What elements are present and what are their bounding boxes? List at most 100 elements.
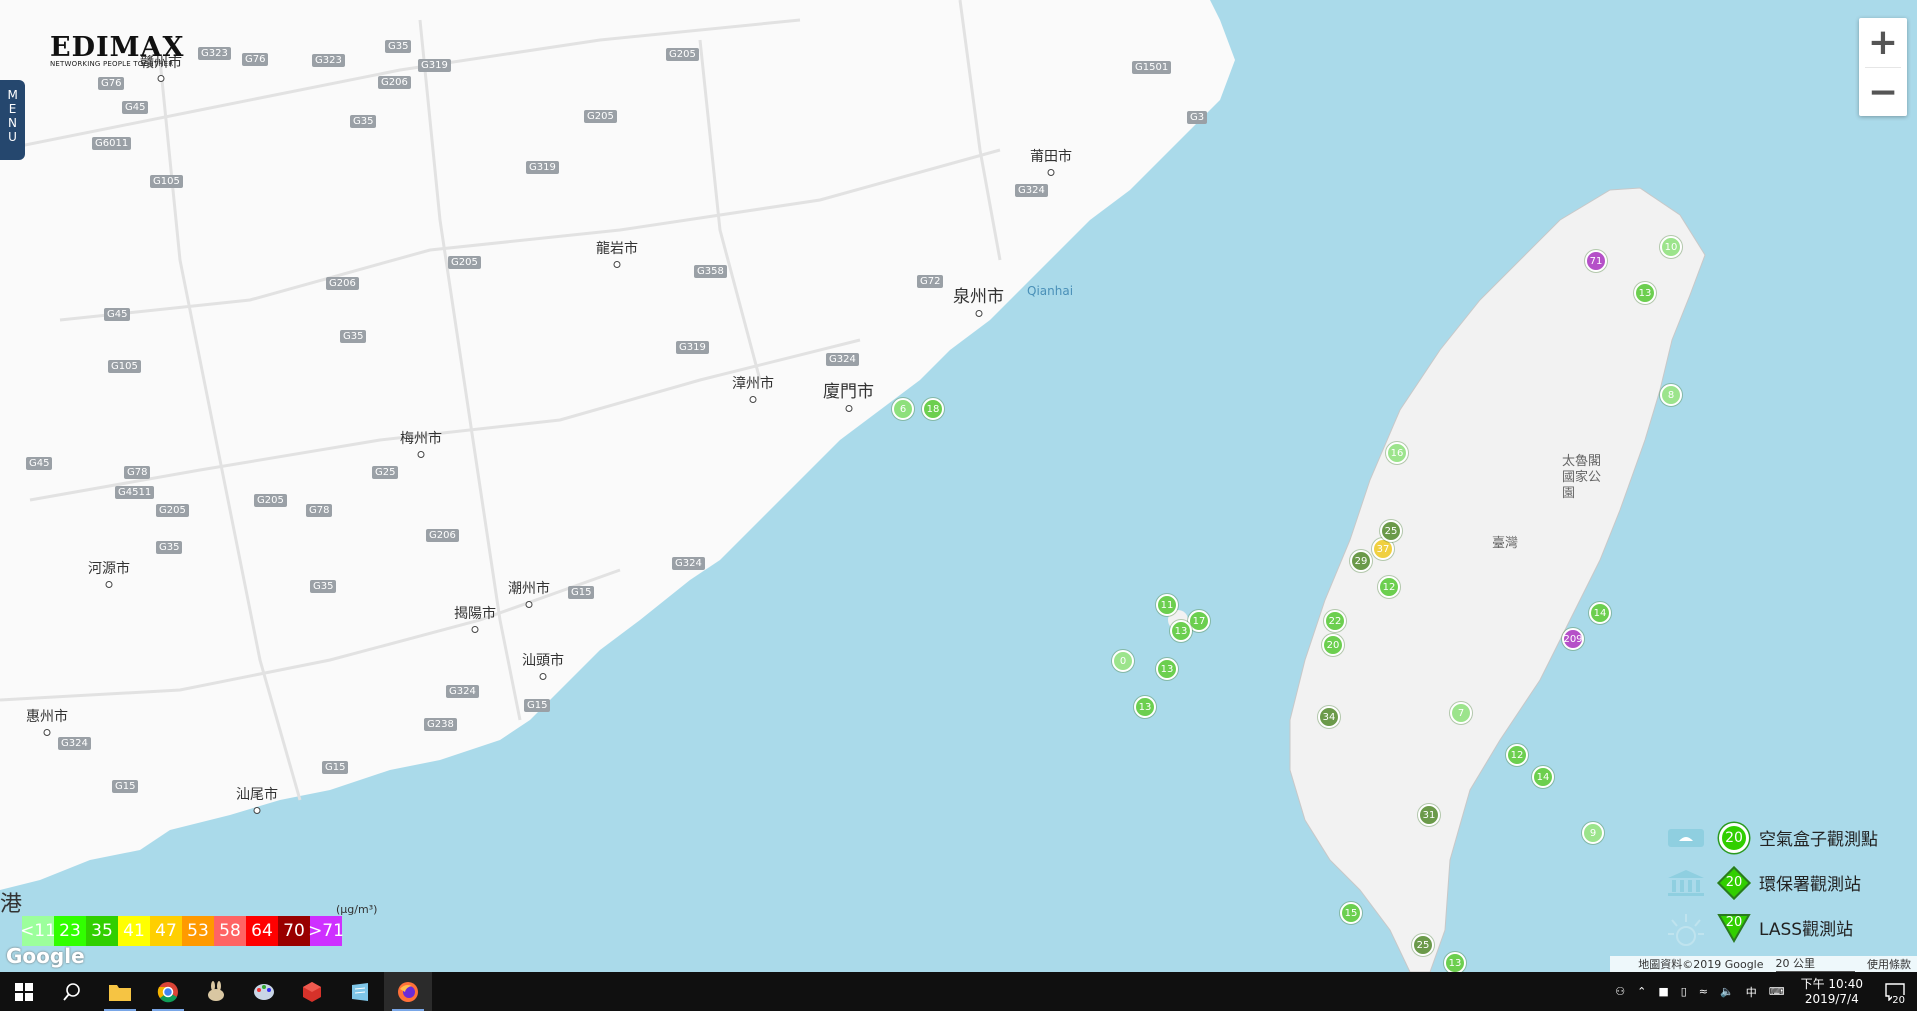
station-marker[interactable]: 29: [1350, 550, 1372, 572]
station-marker[interactable]: 9: [1582, 822, 1604, 844]
highway-shield: G35: [310, 580, 337, 593]
highway-shield: G78: [306, 504, 333, 517]
station-marker[interactable]: 18: [922, 398, 944, 420]
taskbar-firefox[interactable]: [384, 972, 432, 1011]
notification-count: 20: [1892, 995, 1905, 1006]
station-marker[interactable]: 13: [1170, 620, 1192, 642]
station-marker[interactable]: 16: [1386, 442, 1408, 464]
station-marker[interactable]: 25: [1380, 520, 1402, 542]
clock[interactable]: 下午 10:40 2019/7/4: [1801, 977, 1863, 1007]
park-label: 太魯閣國家公園: [1562, 454, 1602, 501]
legend-row-airbox[interactable]: 20 空氣盒子觀測點: [1663, 815, 1917, 860]
highway-shield: G319: [676, 341, 709, 354]
keyboard-icon[interactable]: ⌨: [1769, 985, 1785, 998]
legend-epa-marker-wrap: 20: [1717, 865, 1751, 900]
airbox-icon: [1668, 828, 1704, 847]
highway-shield: G15: [322, 761, 349, 774]
city-label: 汕頭市: [522, 650, 564, 670]
station-marker[interactable]: 12: [1378, 576, 1400, 598]
highway-shield: G15: [524, 699, 551, 712]
highway-shield: G35: [156, 541, 183, 554]
map-scale: 20 公里: [1775, 955, 1855, 973]
zoom-out-button[interactable]: −: [1859, 68, 1907, 117]
notifications-button[interactable]: 20: [1873, 972, 1917, 1011]
station-marker[interactable]: 20: [1322, 634, 1344, 656]
terms-link[interactable]: 使用條款: [1867, 956, 1911, 972]
station-marker[interactable]: 71: [1585, 250, 1607, 272]
people-icon[interactable]: ⚇: [1615, 985, 1625, 998]
taskbar-app-paint[interactable]: [240, 972, 288, 1011]
cube-icon: [303, 981, 321, 1002]
station-marker[interactable]: 14: [1589, 602, 1611, 624]
highway-shield: G323: [198, 47, 231, 60]
station-marker[interactable]: 7: [1450, 702, 1472, 724]
station-marker[interactable]: 10: [1660, 236, 1682, 258]
legend-epa-marker: 20: [1725, 875, 1743, 890]
station-marker[interactable]: 34: [1318, 706, 1340, 728]
security-icon[interactable]: ■: [1658, 985, 1668, 998]
city-label-partial: 港: [0, 892, 23, 917]
taskbar-file-explorer[interactable]: [96, 972, 144, 1011]
station-marker[interactable]: 13: [1634, 282, 1656, 304]
highway-shield: G45: [104, 308, 131, 321]
windows-icon: [15, 982, 33, 1001]
highway-shield: G319: [418, 59, 451, 72]
highway-shield: G105: [108, 360, 141, 373]
highway-shield: G205: [448, 256, 481, 269]
highway-shield: G3: [1187, 111, 1208, 124]
station-marker[interactable]: 12: [1506, 744, 1528, 766]
edimax-logo[interactable]: EDIMAX NETWORKING PEOPLE TOGETHER: [50, 32, 190, 68]
menu-tab-button[interactable]: MENU: [0, 80, 25, 160]
city-label: 漳州市: [732, 373, 774, 393]
station-marker[interactable]: 15: [1340, 902, 1362, 924]
taskbar-app-rabbit[interactable]: [192, 972, 240, 1011]
taskbar-app-sketchup[interactable]: [288, 972, 336, 1011]
station-marker[interactable]: 13: [1156, 658, 1178, 680]
clock-date: 2019/7/4: [1804, 991, 1859, 1006]
highway-shield: G45: [122, 101, 149, 114]
search-button[interactable]: [48, 972, 96, 1011]
station-marker[interactable]: 22: [1324, 610, 1346, 632]
station-marker[interactable]: 25: [1412, 934, 1434, 956]
ime-indicator[interactable]: 中: [1746, 984, 1757, 1000]
station-marker[interactable]: 13: [1134, 696, 1156, 718]
highway-shield: G35: [340, 330, 367, 343]
wifi-icon[interactable]: ≈: [1699, 985, 1708, 998]
taskbar-chrome[interactable]: [144, 972, 192, 1011]
pm-level-7: 64: [246, 916, 278, 946]
island-label: 臺灣: [1492, 536, 1519, 551]
station-marker[interactable]: 209: [1562, 628, 1584, 650]
map-canvas[interactable]: 贛州市 龍岩市 莆田市 泉州市 漳州市 廈門市 梅州市 河源市 潮州市 揭陽市 …: [0, 0, 1917, 972]
highway-shield: G25: [372, 466, 399, 479]
highway-shield: G105: [150, 175, 183, 188]
pm-level-0: <11: [20, 916, 56, 946]
pm-level-9: >71: [308, 916, 344, 946]
logo-tagline: NETWORKING PEOPLE TOGETHER: [50, 60, 174, 68]
highway-shield: G4511: [115, 486, 155, 499]
station-marker[interactable]: 11: [1156, 594, 1178, 616]
zoom-in-button[interactable]: +: [1859, 18, 1907, 67]
pm-level-8: 70: [278, 916, 310, 946]
station-marker[interactable]: 6: [892, 398, 914, 420]
start-button[interactable]: [0, 972, 48, 1011]
station-marker[interactable]: 0: [1112, 650, 1134, 672]
rabbit-icon: [208, 980, 224, 1001]
station-marker[interactable]: 31: [1418, 804, 1440, 826]
volume-icon[interactable]: 🔈: [1720, 985, 1734, 998]
legend-row-lass[interactable]: 20 LASS觀測站: [1663, 905, 1917, 950]
station-marker[interactable]: 14: [1532, 766, 1554, 788]
highway-shield: G205: [666, 48, 699, 61]
station-marker[interactable]: 13: [1444, 952, 1466, 972]
city-label: 潮州市: [508, 578, 550, 598]
pm-level-5: 53: [182, 916, 214, 946]
taskbar-app-notes[interactable]: [336, 972, 384, 1011]
legend-row-epa[interactable]: 20 環保署觀測站: [1663, 860, 1917, 905]
highway-shield: G319: [526, 161, 559, 174]
station-legend: 20 空氣盒子觀測點 20 環保署觀測站 20 LASS觀測站: [1663, 815, 1917, 950]
battery-icon[interactable]: ▯: [1681, 985, 1687, 998]
station-marker[interactable]: 8: [1660, 384, 1682, 406]
highway-shield: G324: [446, 685, 479, 698]
logo-text: EDIMAX: [50, 32, 185, 63]
chevron-up-icon[interactable]: ⌃: [1637, 985, 1646, 998]
palette-icon: [254, 983, 274, 1000]
